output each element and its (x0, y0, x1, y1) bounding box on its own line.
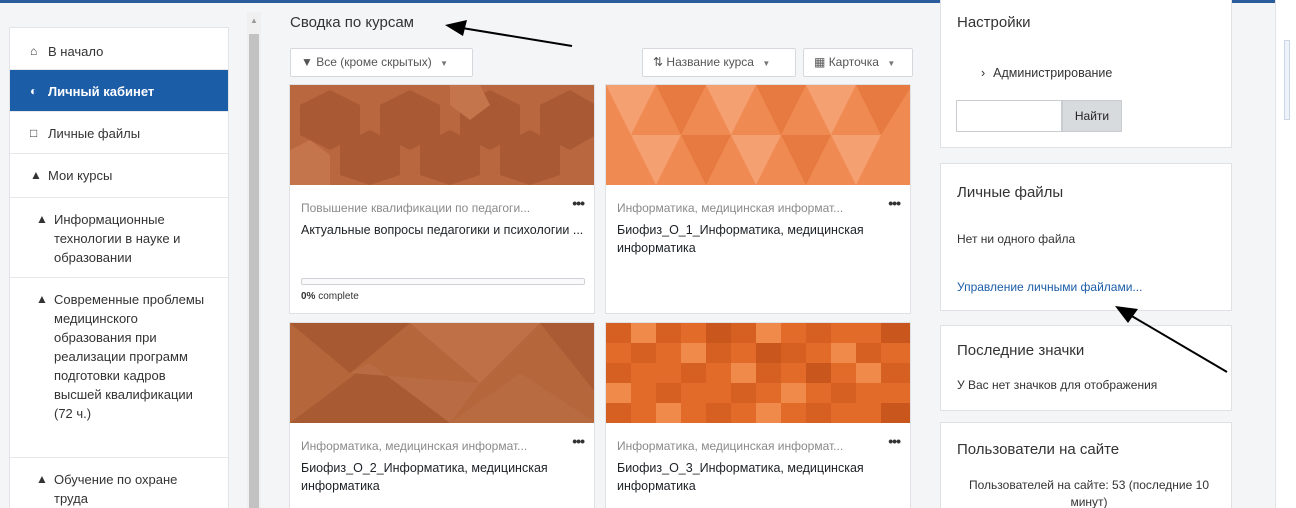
annotation-arrows (445, 20, 1228, 373)
arrow-head-icon (445, 20, 467, 36)
arrow-head-icon (1115, 306, 1138, 323)
arrow-to-title (461, 27, 573, 47)
arrow-to-files-link (1129, 314, 1228, 373)
